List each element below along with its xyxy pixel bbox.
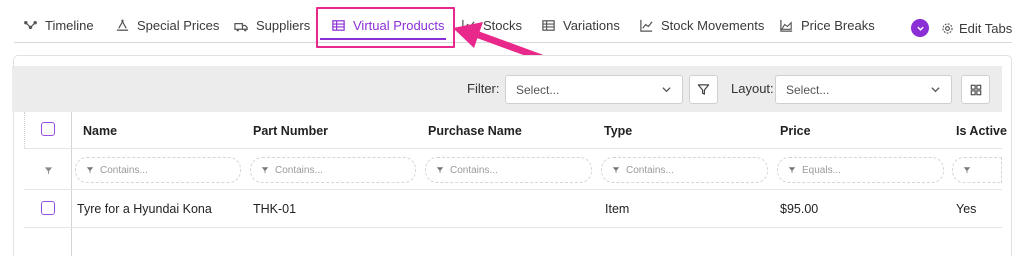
filter-select[interactable]: Select... [505,75,683,104]
cell-price[interactable]: $95.00 [780,202,818,216]
tab-bar: Timeline Special Prices Suppliers Virtua… [0,0,1024,44]
tab-timeline[interactable]: Timeline [22,14,94,36]
column-header-name[interactable]: Name [83,124,117,138]
tab-price-breaks[interactable]: Price Breaks [778,14,875,36]
funnel-icon [697,84,710,95]
funnel-icon [612,167,620,174]
timeline-icon [22,17,38,33]
funnel-icon [436,167,444,174]
filter-placeholder: Contains... [626,164,674,176]
filter-select-value: Select... [516,82,560,97]
chart-line-icon [638,17,654,33]
tab-label: Variations [563,17,620,33]
layout-select[interactable]: Select... [775,75,952,104]
filter-input-price[interactable]: Equals... [777,157,944,183]
edit-tabs-button[interactable]: Edit Tabs [941,19,1012,37]
select-all-checkbox[interactable] [41,122,55,136]
funnel-icon [44,167,53,175]
funnel-icon [86,167,94,174]
tab-label: Price Breaks [801,17,875,33]
filter-placeholder: Contains... [450,164,498,176]
chart-line-icon [460,17,476,33]
special-prices-icon [114,17,130,33]
gutter-divider [71,112,72,256]
filter-placeholder: Contains... [275,164,323,176]
column-header-part-number[interactable]: Part Number [253,124,328,138]
filter-input-purchase-name[interactable]: Contains... [425,157,592,183]
filter-placeholder: Contains... [100,164,148,176]
row-checkbox[interactable] [41,201,55,215]
filter-input-type[interactable]: Contains... [601,157,768,183]
tab-variations[interactable]: Variations [540,14,620,36]
filter-row-divider [24,189,1002,190]
tab-label: Timeline [45,17,94,33]
grid-layout-icon [970,84,981,95]
filter-input-part-number[interactable]: Contains... [250,157,416,183]
more-tabs-button[interactable] [911,19,929,37]
column-header-purchase-name[interactable]: Purchase Name [428,124,522,138]
row-divider [24,227,1002,228]
gear-icon [942,22,953,34]
table-icon [540,17,556,33]
funnel-icon [788,167,796,174]
column-header-type[interactable]: Type [604,124,632,138]
chevron-down-icon [931,87,940,93]
filter-label: Filter: [467,81,500,96]
column-header-price[interactable]: Price [780,124,811,138]
filter-input-is-active[interactable] [952,157,1002,183]
funnel-icon [963,167,971,174]
cell-part-number[interactable]: THK-01 [253,202,296,216]
header-gutter-divider [24,112,25,148]
filter-placeholder: Equals... [802,164,841,176]
tab-special-prices[interactable]: Special Prices [114,14,219,36]
annotation-highlight-box [316,7,455,48]
column-header-is-active[interactable]: Is Active [956,124,1007,138]
cell-type[interactable]: Item [605,202,629,216]
chart-area-icon [778,17,794,33]
tab-label: Suppliers [256,17,311,33]
filter-button[interactable] [689,75,718,104]
tab-stocks[interactable]: Stocks [460,14,522,36]
layout-label: Layout: [731,81,774,96]
funnel-icon [261,167,269,174]
cell-is-active[interactable]: Yes [956,202,976,216]
tab-label: Stocks [483,17,523,33]
chevron-down-icon [662,87,671,93]
tab-stock-movements[interactable]: Stock Movements [638,14,764,36]
tab-label: Special Prices [137,17,220,33]
suppliers-icon [233,17,249,33]
layout-select-value: Select... [786,82,830,97]
edit-tabs-label: Edit Tabs [959,20,1013,36]
tab-suppliers[interactable]: Suppliers [233,14,310,36]
tab-label: Stock Movements [661,17,765,33]
layout-button[interactable] [961,75,990,104]
cell-name[interactable]: Tyre for a Hyundai Kona [77,202,212,216]
header-divider [24,148,1002,149]
chevron-down-icon [916,26,924,31]
filter-input-name[interactable]: Contains... [75,157,241,183]
